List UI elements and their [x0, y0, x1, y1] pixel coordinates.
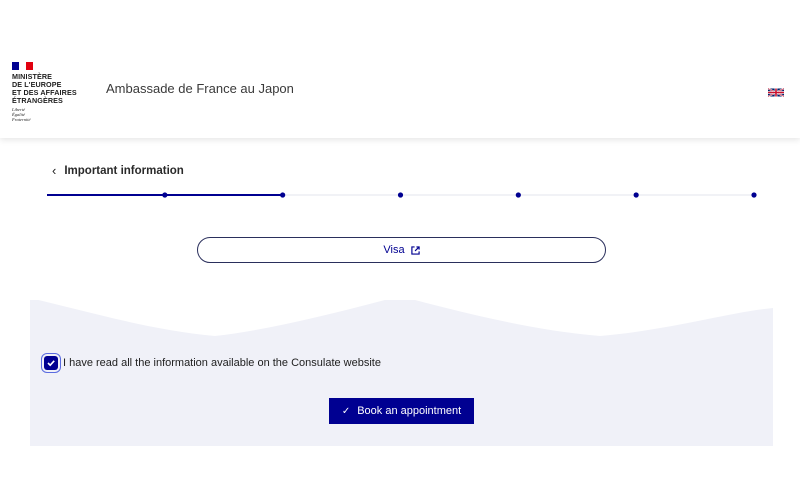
chevron-left-icon: ‹ — [52, 163, 57, 178]
consent-row: I have read all the information availabl… — [44, 356, 381, 370]
appointment-card: ‹ Important information Visa I have read… — [30, 150, 773, 446]
uk-flag-icon[interactable] — [768, 87, 784, 98]
stepper-dot — [633, 192, 639, 198]
check-icon: ✓ — [341, 405, 351, 417]
ministry-logo[interactable]: MINISTÈRE DE L'EUROPE ET DES AFFAIRES ÉT… — [12, 62, 102, 132]
back-link[interactable]: ‹ Important information — [52, 164, 184, 177]
visa-button[interactable]: Visa — [197, 237, 606, 263]
logo-line: ÉTRANGÈRES — [12, 96, 63, 105]
book-appointment-label: Book an appointment — [357, 405, 462, 417]
stepper-dot — [515, 192, 521, 198]
site-header: MINISTÈRE DE L'EUROPE ET DES AFFAIRES ÉT… — [0, 0, 800, 138]
french-flag-icon — [12, 62, 33, 70]
back-link-label: Important information — [64, 164, 184, 177]
visa-button-label: Visa — [383, 244, 405, 256]
book-appointment-button[interactable]: ✓ Book an appointment — [329, 398, 474, 424]
progress-stepper — [47, 192, 757, 198]
stepper-dot — [280, 192, 286, 198]
stepper-dot — [162, 192, 168, 198]
republic-motto: Liberté Égalité Fraternité — [12, 107, 102, 122]
consent-label: I have read all the information availabl… — [63, 357, 381, 369]
site-title[interactable]: Ambassade de France au Japon — [106, 81, 294, 96]
stepper-dot — [397, 192, 404, 198]
consent-checkbox[interactable] — [44, 356, 58, 370]
motto-line: Fraternité — [12, 117, 31, 122]
wave-divider — [30, 290, 773, 336]
stepper-dot — [751, 192, 757, 198]
check-icon — [47, 360, 55, 367]
external-link-icon — [410, 245, 420, 255]
